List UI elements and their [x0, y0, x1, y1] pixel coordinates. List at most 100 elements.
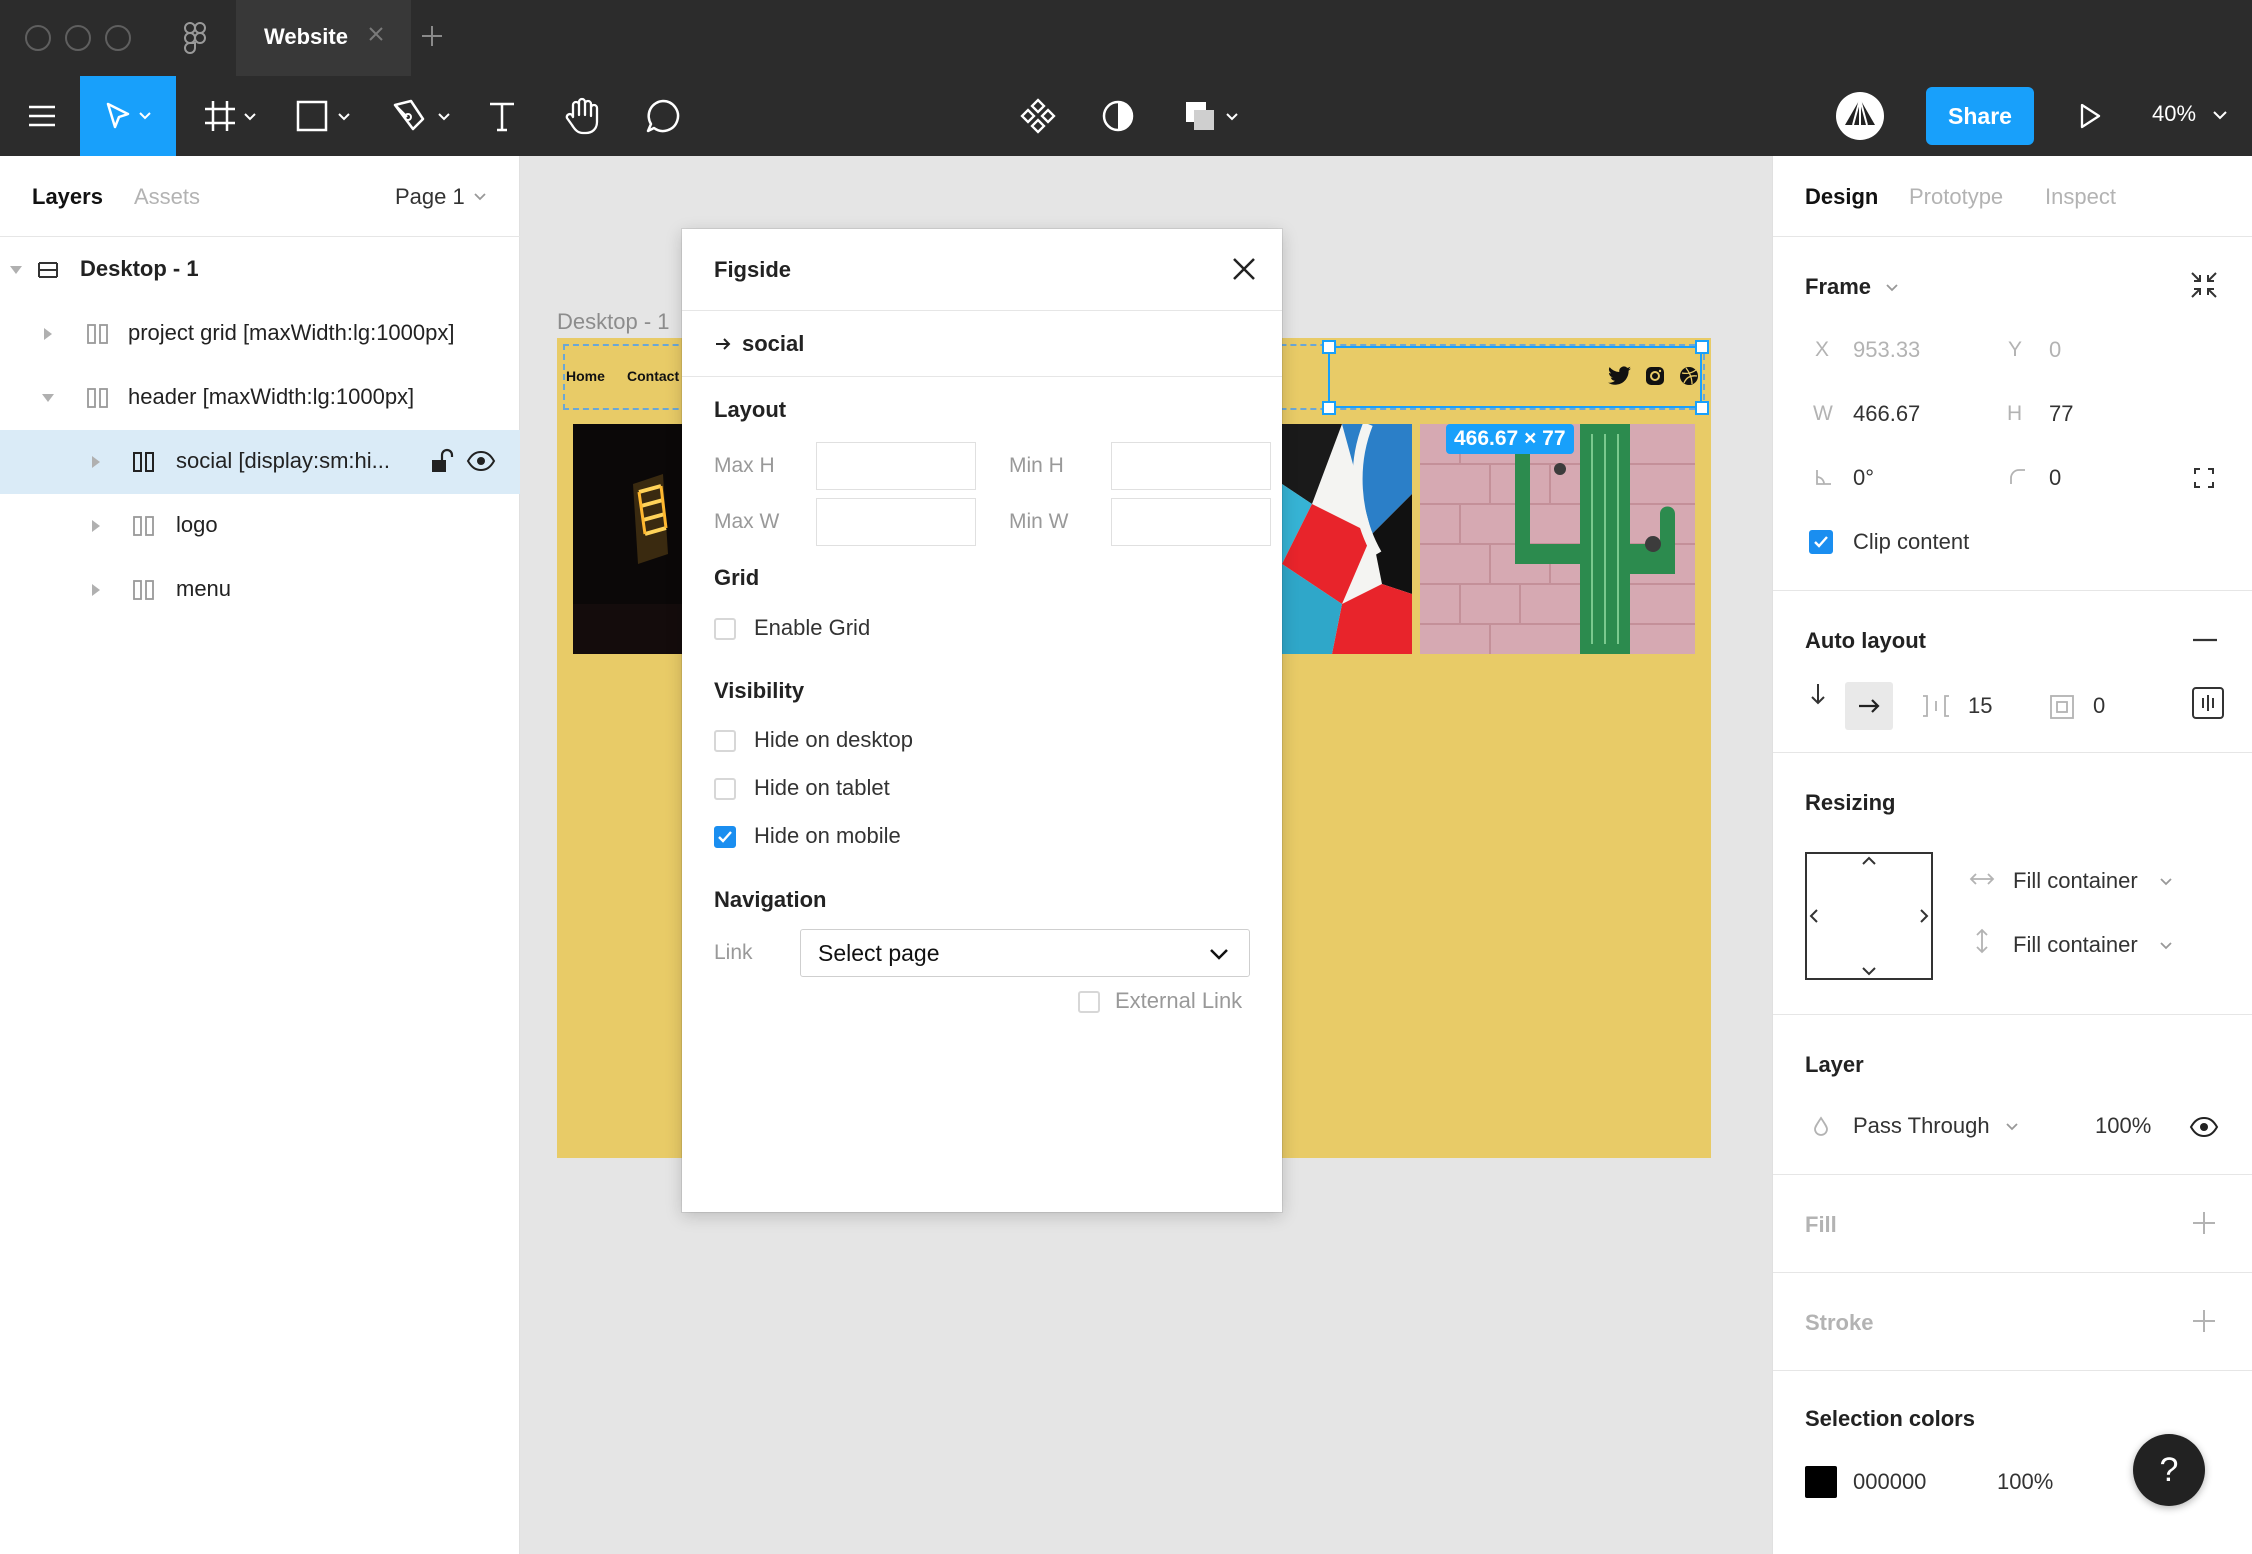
min-h-input[interactable] — [1111, 442, 1271, 490]
zoom-dropdown[interactable]: 40% — [2152, 101, 2227, 127]
y-value[interactable]: 0 — [2049, 337, 2061, 363]
direction-vertical-icon[interactable] — [1809, 682, 1827, 706]
abstract-mural-image[interactable] — [1282, 424, 1412, 654]
share-button[interactable]: Share — [1926, 87, 2034, 145]
present-icon[interactable] — [2068, 76, 2112, 156]
alignment-icon[interactable] — [2191, 686, 2225, 720]
link-page-select[interactable]: Select page — [800, 929, 1250, 977]
tab-layers[interactable]: Layers — [32, 184, 103, 210]
max-w-input[interactable] — [816, 498, 976, 546]
window-zoom-button[interactable] — [105, 25, 131, 51]
frame-tool-icon[interactable] — [196, 76, 266, 156]
section-visibility: Visibility — [714, 678, 805, 703]
resizing-heading: Resizing — [1805, 790, 1896, 815]
mask-icon[interactable] — [1096, 76, 1140, 156]
text-tool-icon[interactable] — [480, 76, 524, 156]
file-tab[interactable]: Website — [236, 0, 411, 76]
boolean-icon[interactable] — [1180, 76, 1250, 156]
external-link-checkbox[interactable] — [1078, 991, 1100, 1013]
hide-tablet-checkbox[interactable] — [714, 778, 736, 800]
nav-contact-link[interactable]: Contact — [627, 368, 679, 384]
tab-prototype[interactable]: Prototype — [1909, 184, 2003, 210]
layer-row-project-grid[interactable]: project grid [maxWidth:lg:1000px] — [0, 302, 520, 366]
chevron-down-icon — [2213, 111, 2227, 120]
neon-sign-image[interactable] — [573, 424, 693, 654]
hand-tool-icon[interactable] — [558, 76, 608, 156]
tab-design[interactable]: Design — [1805, 184, 1878, 210]
blend-mode-dropdown[interactable]: Pass Through — [1853, 1113, 2018, 1139]
twitter-icon[interactable] — [1608, 366, 1632, 386]
tab-inspect[interactable]: Inspect — [2045, 184, 2116, 210]
file-tab-title: Website — [264, 24, 348, 49]
eye-icon[interactable] — [466, 450, 496, 472]
eye-icon[interactable] — [2189, 1116, 2219, 1138]
comment-tool-icon[interactable] — [638, 76, 688, 156]
expand-caret-icon[interactable] — [92, 584, 100, 596]
close-icon[interactable] — [1228, 253, 1260, 285]
constraint-widget[interactable] — [1805, 852, 1933, 980]
independent-corners-icon[interactable] — [2193, 467, 2215, 489]
main-menu-icon[interactable] — [14, 76, 70, 156]
window-close-button[interactable] — [25, 25, 51, 51]
window-minimize-button[interactable] — [65, 25, 91, 51]
max-h-input[interactable] — [816, 442, 976, 490]
component-icon[interactable] — [1016, 76, 1060, 156]
move-tool-button[interactable] — [80, 76, 176, 156]
resize-handle[interactable] — [1695, 340, 1709, 354]
shape-tool-icon[interactable] — [290, 76, 360, 156]
page-selector-label: Page 1 — [395, 184, 465, 209]
selection-color-opacity[interactable]: 100% — [1997, 1469, 2053, 1495]
selection-color-hex[interactable]: 000000 — [1853, 1469, 1926, 1495]
layer-row-header[interactable]: header [maxWidth:lg:1000px] — [0, 366, 520, 430]
layer-row-logo[interactable]: logo — [0, 494, 520, 558]
nav-home-link[interactable]: Home — [566, 368, 605, 384]
remove-auto-layout-icon[interactable] — [2193, 638, 2217, 642]
resize-to-fit-icon[interactable] — [2189, 270, 2219, 300]
clip-content-checkbox[interactable] — [1809, 530, 1833, 554]
dribbble-icon[interactable] — [1679, 366, 1699, 386]
rotation-value[interactable]: 0° — [1853, 465, 1874, 491]
resize-handle[interactable] — [1322, 401, 1336, 415]
x-value[interactable]: 953.33 — [1853, 337, 1920, 363]
layer-row-menu[interactable]: menu — [0, 558, 520, 622]
padding-value[interactable]: 0 — [2093, 693, 2105, 719]
layer-row-desktop[interactable]: Desktop - 1 — [0, 238, 520, 302]
close-icon[interactable] — [364, 22, 388, 46]
add-stroke-icon[interactable] — [2191, 1308, 2217, 1334]
tab-assets[interactable]: Assets — [134, 184, 200, 210]
add-fill-icon[interactable] — [2191, 1210, 2217, 1236]
page-selector[interactable]: Page 1 — [395, 184, 486, 210]
help-button[interactable]: ? — [2133, 1434, 2205, 1506]
direction-horizontal-button[interactable] — [1845, 682, 1893, 730]
frame-label[interactable]: Desktop - 1 — [557, 309, 670, 335]
w-value[interactable]: 466.67 — [1853, 401, 1920, 427]
pen-tool-icon[interactable] — [388, 76, 458, 156]
add-tab-icon[interactable] — [418, 22, 446, 50]
horizontal-resizing-dropdown[interactable]: Fill container — [2013, 868, 2172, 894]
h-value[interactable]: 77 — [2049, 401, 2073, 427]
spacing-value[interactable]: 15 — [1968, 693, 1992, 719]
min-w-input[interactable] — [1111, 498, 1271, 546]
corner-radius-value[interactable]: 0 — [2049, 465, 2061, 491]
unlock-icon[interactable] — [430, 448, 454, 474]
layer-row-social[interactable]: social [display:sm:hi... — [0, 430, 520, 494]
enable-grid-checkbox[interactable] — [714, 618, 736, 640]
frame-type-dropdown[interactable]: Frame — [1805, 274, 1898, 300]
expand-caret-icon[interactable] — [92, 520, 100, 532]
expand-caret-icon[interactable] — [92, 456, 100, 468]
instagram-icon[interactable] — [1645, 366, 1665, 386]
figma-logo-icon[interactable] — [184, 22, 206, 54]
collapse-caret-icon[interactable] — [10, 266, 22, 274]
resize-handle[interactable] — [1695, 401, 1709, 415]
expand-caret-icon[interactable] — [44, 328, 52, 340]
layer-opacity-value[interactable]: 100% — [2095, 1113, 2151, 1139]
vertical-resizing-dropdown[interactable]: Fill container — [2013, 932, 2172, 958]
cactus-mural-image[interactable] — [1420, 424, 1695, 654]
collapse-caret-icon[interactable] — [42, 394, 54, 402]
avatar[interactable] — [1835, 91, 1885, 141]
resize-handle[interactable] — [1322, 340, 1336, 354]
hide-desktop-checkbox[interactable] — [714, 730, 736, 752]
figside-plugin-dialog: Figside social Layout Max H Min H Max W … — [682, 229, 1282, 1212]
color-swatch[interactable] — [1805, 1466, 1837, 1498]
hide-mobile-checkbox[interactable] — [714, 826, 736, 848]
